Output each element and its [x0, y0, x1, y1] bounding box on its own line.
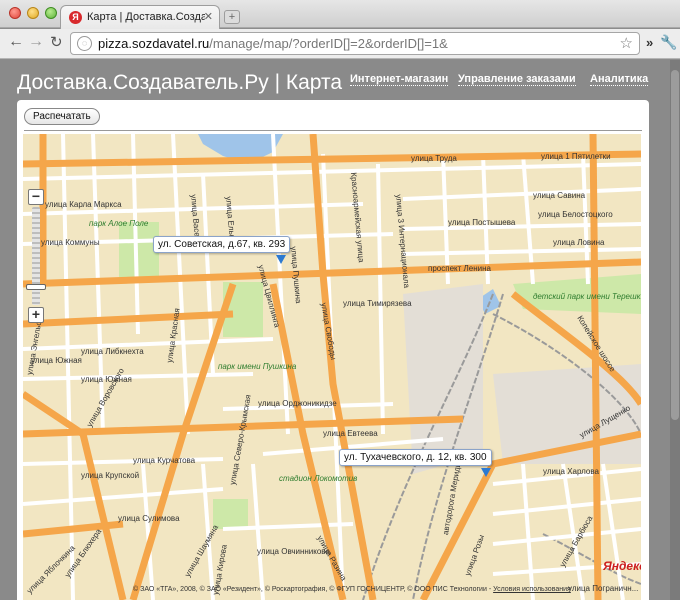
- page-scrollbar[interactable]: [670, 60, 680, 600]
- street-label: улица Евтеева: [323, 429, 378, 438]
- map-panel: Распечатать улица Труда улица 1 Пятилетк…: [17, 100, 649, 600]
- bookmark-star-icon[interactable]: ☆: [620, 34, 633, 52]
- url-path: /manage/map/?orderID[]=2&orderID[]=1&: [209, 36, 448, 51]
- zoom-slider[interactable]: [32, 207, 40, 305]
- street-label: улица Южная: [31, 356, 82, 365]
- url-host: pizza.sozdavatel.ru: [98, 36, 210, 51]
- scrollbar-thumb[interactable]: [671, 70, 679, 420]
- yandex-favicon-icon: Я: [69, 11, 82, 24]
- park-label: стадион Локомотив: [279, 474, 358, 483]
- reload-icon[interactable]: ↻: [50, 33, 63, 51]
- street-label: улица Южная: [81, 375, 132, 384]
- yandex-logo: Яндекс: [603, 559, 641, 573]
- tab-title: Карта | Доставка.Создавател: [87, 11, 205, 23]
- map-view[interactable]: улица Труда улица 1 Пятилетки улица Карл…: [23, 134, 641, 600]
- map-pin-icon[interactable]: [481, 468, 491, 477]
- street-label: улица Курчатова: [133, 456, 196, 465]
- minimize-window-button[interactable]: [27, 7, 39, 19]
- new-tab-button[interactable]: +: [224, 10, 240, 24]
- nav-link-analytics[interactable]: Аналитика: [590, 73, 649, 86]
- street-label: улица Крупской: [81, 471, 140, 480]
- page-body: Доставка.Создаватель.Ру | Карта Интернет…: [0, 60, 680, 600]
- copyright-text: © ЗАО «ТГА», 2008, © ЗАО «Резидент», © Р…: [133, 586, 487, 593]
- street-label: улица Орджоникидзе: [258, 399, 337, 408]
- street-label: проспект Ленина: [428, 264, 491, 273]
- page-title: Доставка.Создаватель.Ру | Карта: [17, 71, 343, 94]
- forward-arrow-icon[interactable]: →: [28, 33, 44, 51]
- park-label: парк имени Пушкина: [218, 362, 297, 371]
- industrial-zone: [403, 284, 483, 474]
- street-label: улица Овчинникова: [257, 547, 330, 556]
- street-label: улица Карла Маркса: [45, 200, 122, 209]
- street-label: улица Харлова: [543, 467, 599, 476]
- browser-tab[interactable]: Я Карта | Доставка.Создавател ✕: [60, 5, 220, 29]
- zoom-window-button[interactable]: [45, 7, 57, 19]
- park-label: детский парк имени Терешк...: [533, 292, 641, 301]
- divider: [24, 130, 642, 131]
- print-button[interactable]: Распечатать: [24, 108, 100, 125]
- back-arrow-icon[interactable]: ←: [8, 33, 24, 51]
- street-label: улица Сулимова: [118, 514, 180, 523]
- order-marker-label[interactable]: ул. Тухачевского, д. 12, кв. 300: [339, 449, 492, 466]
- street-label: улица 1 Пятилетки: [541, 152, 611, 161]
- zoom-control: − +: [26, 189, 46, 329]
- address-bar[interactable]: ◌ pizza.sozdavatel.ru/manage/map/?orderI…: [70, 32, 640, 55]
- zoom-in-button[interactable]: +: [28, 307, 44, 323]
- browser-toolbar: ← → ↻ ◌ pizza.sozdavatel.ru/manage/map/?…: [0, 29, 680, 59]
- url-text[interactable]: pizza.sozdavatel.ru/manage/map/?orderID[…: [98, 36, 448, 51]
- zoom-slider-handle[interactable]: [26, 284, 46, 291]
- street-label: улица Постышева: [448, 218, 516, 227]
- more-bookmarks-icon[interactable]: »: [646, 35, 653, 50]
- street-label: улица Труда: [411, 154, 457, 163]
- street-label: улица Ловина: [553, 238, 605, 247]
- window-titlebar: Я Карта | Доставка.Создавател ✕ +: [0, 0, 680, 29]
- street-label: улица Либкнехта: [81, 347, 144, 356]
- street-label: улица Коммуны: [41, 238, 100, 247]
- map-copyright: © ЗАО «ТГА», 2008, © ЗАО «Резидент», © Р…: [133, 586, 571, 593]
- zoom-out-button[interactable]: −: [28, 189, 44, 205]
- close-window-button[interactable]: [9, 7, 21, 19]
- park-area: [213, 499, 248, 529]
- globe-icon: ◌: [77, 36, 92, 51]
- street-label: улица Савина: [533, 191, 586, 200]
- wrench-icon[interactable]: 🔧: [660, 34, 677, 51]
- nav-link-orders[interactable]: Управление заказами: [458, 73, 576, 86]
- street-label: улица Тимирязева: [343, 299, 412, 308]
- park-label: парк Алое Поле: [89, 219, 149, 228]
- terms-of-use-link[interactable]: Условия использования: [493, 586, 571, 593]
- map-pin-icon[interactable]: [276, 255, 286, 264]
- order-marker-label[interactable]: ул. Советская, д.67, кв. 293: [153, 236, 291, 253]
- street-label: улица Белостоцкого: [538, 210, 613, 219]
- tab-close-icon[interactable]: ✕: [204, 10, 213, 23]
- nav-link-shop[interactable]: Интернет-магазин: [350, 73, 449, 86]
- street-label: улица Пограничн...: [568, 584, 639, 593]
